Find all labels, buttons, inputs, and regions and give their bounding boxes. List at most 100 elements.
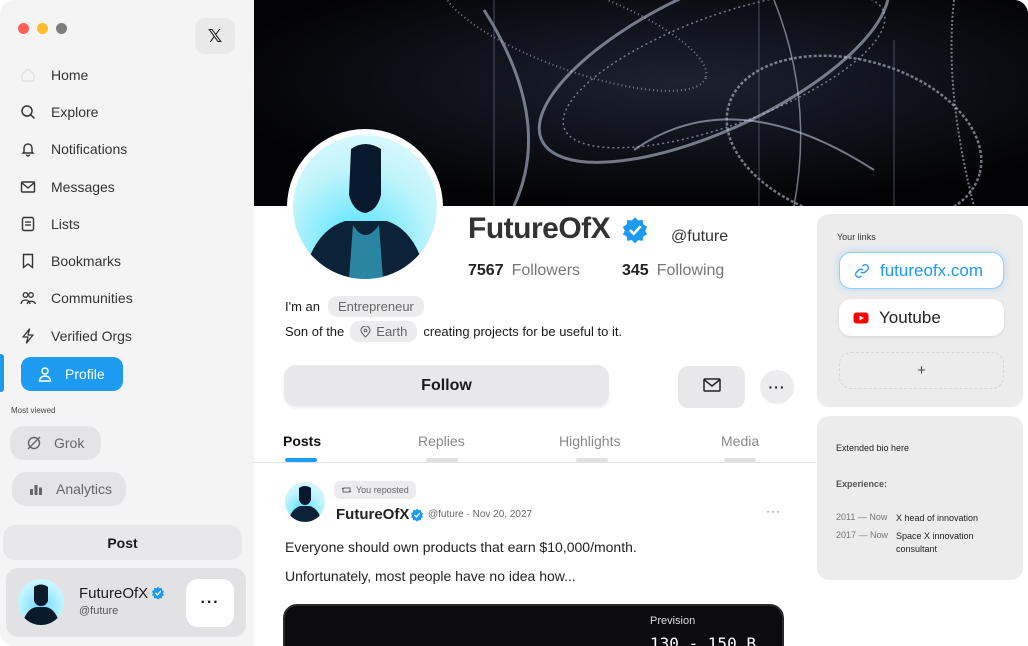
avatar	[18, 579, 64, 625]
sidebar-item-home[interactable]: Home	[0, 56, 254, 93]
sidebar-item-label: Home	[51, 66, 89, 83]
app-window: 𝕏 Home Explore Notifications Messages Li…	[0, 0, 1028, 646]
tab-replies[interactable]: Replies	[418, 433, 465, 449]
account-more-button[interactable]: ···	[186, 579, 234, 627]
most-viewed-label: Most viewed	[11, 406, 56, 415]
links-panel: Your links futureofx.com Youtube +	[817, 214, 1023, 407]
repost-label: You reposted	[356, 485, 409, 495]
zoom-window-button[interactable]	[56, 23, 67, 34]
followers-label: Followers	[511, 262, 581, 279]
list-icon	[20, 216, 36, 232]
repost-icon	[341, 487, 352, 493]
add-link-button[interactable]: +	[839, 352, 1004, 389]
profile-display-name: FutureOfX	[468, 212, 611, 245]
experience-desc: X head of innovation	[896, 513, 979, 523]
experience-years: 2011 — Now	[836, 512, 888, 522]
sidebar-item-bookmarks[interactable]: Bookmarks	[0, 242, 254, 279]
window-controls	[18, 23, 67, 34]
bell-icon	[20, 141, 36, 157]
bio-prefix: I'm an	[285, 299, 320, 314]
sidebar: 𝕏 Home Explore Notifications Messages Li…	[0, 0, 254, 646]
followers-stat[interactable]: 7567 Followers	[468, 262, 580, 280]
youtube-link[interactable]: Youtube	[839, 299, 1004, 336]
location-tag: Earth	[350, 321, 418, 342]
sidebar-item-label: Messages	[51, 178, 115, 195]
sidebar-item-notifications[interactable]: Notifications	[0, 131, 254, 168]
people-icon	[20, 290, 36, 306]
profile-more-button[interactable]: ···	[760, 370, 794, 404]
profile-nav-pill[interactable]: Profile	[21, 357, 123, 392]
experience-desc: Space X innovation consultant	[896, 531, 974, 554]
sidebar-item-label: Lists	[51, 215, 80, 232]
sidebar-item-label: Profile	[65, 366, 105, 383]
bio-line-2: Son of the Earth creating projects for b…	[285, 321, 622, 342]
youtube-icon	[853, 312, 869, 324]
tab-media[interactable]: Media	[721, 433, 759, 449]
bar-chart-icon	[28, 481, 44, 497]
account-switcher[interactable]: FutureOfX @future ···	[6, 568, 246, 637]
experience-row: 2017 — Now Space X innovation consultant	[836, 530, 996, 556]
followers-count: 7567	[468, 262, 504, 279]
experience-years: 2017 — Now	[836, 530, 889, 540]
bio-line2-prefix: Son of the	[285, 324, 345, 339]
mail-icon	[702, 377, 721, 397]
post-button[interactable]: Post	[3, 525, 242, 560]
following-stat[interactable]: 345 Following	[622, 262, 724, 280]
analytics-shortcut[interactable]: Analytics	[12, 472, 126, 506]
grok-shortcut[interactable]: Grok	[10, 426, 101, 460]
post-author[interactable]: FutureOfX	[336, 506, 409, 523]
occupation-tag: Entrepreneur	[328, 296, 424, 317]
profile-handle: @future	[671, 228, 729, 245]
close-window-button[interactable]	[18, 23, 29, 34]
sidebar-item-lists[interactable]: Lists	[0, 205, 254, 242]
account-handle: @future	[79, 605, 119, 617]
media-value: 130 - 150 B	[650, 634, 756, 646]
sidebar-item-label: Verified Orgs	[51, 327, 132, 344]
post-media-card[interactable]: Prevision 130 - 150 B	[283, 604, 784, 646]
sidebar-nav: Home Explore Notifications Messages List…	[0, 56, 254, 394]
sidebar-item-label: Notifications	[51, 141, 128, 158]
location-pin-icon	[360, 325, 371, 338]
post-text-line: Everyone should own products that earn $…	[285, 539, 637, 555]
tab-posts[interactable]: Posts	[283, 433, 321, 449]
tab-indicator	[426, 458, 458, 462]
sidebar-item-label: Communities	[51, 290, 133, 307]
tab-highlights[interactable]: Highlights	[559, 433, 620, 449]
avatar[interactable]	[285, 482, 325, 522]
mail-icon	[20, 179, 36, 195]
following-label: Following	[656, 262, 725, 279]
message-button[interactable]	[678, 366, 745, 408]
bio-line-1: I'm an Entrepreneur	[285, 296, 424, 317]
profile-tabs: Posts Replies Highlights Media	[254, 427, 816, 463]
following-count: 345	[622, 262, 649, 279]
extended-bio-text: Extended bio here	[836, 443, 910, 453]
experience-label: Experience:	[836, 479, 888, 489]
post-more-button[interactable]: ···	[766, 504, 781, 518]
youtube-link-label: Youtube	[879, 307, 941, 327]
location-label: Earth	[376, 324, 408, 339]
account-name: FutureOfX	[79, 585, 149, 602]
home-icon	[20, 67, 36, 83]
sidebar-item-communities[interactable]: Communities	[0, 280, 254, 317]
website-link-label: futureofx.com	[880, 260, 983, 280]
sidebar-item-messages[interactable]: Messages	[0, 168, 254, 205]
x-logo-button[interactable]: 𝕏	[195, 18, 235, 54]
search-icon	[20, 104, 36, 120]
lightning-icon	[20, 328, 36, 344]
sidebar-item-verified-orgs[interactable]: Verified Orgs	[0, 317, 254, 354]
minimize-window-button[interactable]	[37, 23, 48, 34]
media-label: Prevision	[650, 615, 696, 627]
sidebar-item-label: Explore	[51, 103, 99, 120]
follow-button[interactable]: Follow	[284, 365, 609, 406]
bookmark-icon	[20, 253, 36, 270]
verified-badge-icon	[151, 586, 165, 605]
analytics-label: Analytics	[56, 481, 113, 497]
repost-indicator: You reposted	[334, 481, 416, 499]
bio-line2-suffix: creating projects for be useful to it.	[423, 324, 623, 339]
sidebar-item-profile[interactable]: Profile	[0, 354, 254, 394]
tab-indicator	[724, 458, 756, 462]
profile-avatar[interactable]	[287, 129, 443, 285]
website-link[interactable]: futureofx.com	[839, 252, 1004, 289]
sidebar-item-explore[interactable]: Explore	[0, 93, 254, 130]
verified-badge-icon	[410, 508, 424, 527]
